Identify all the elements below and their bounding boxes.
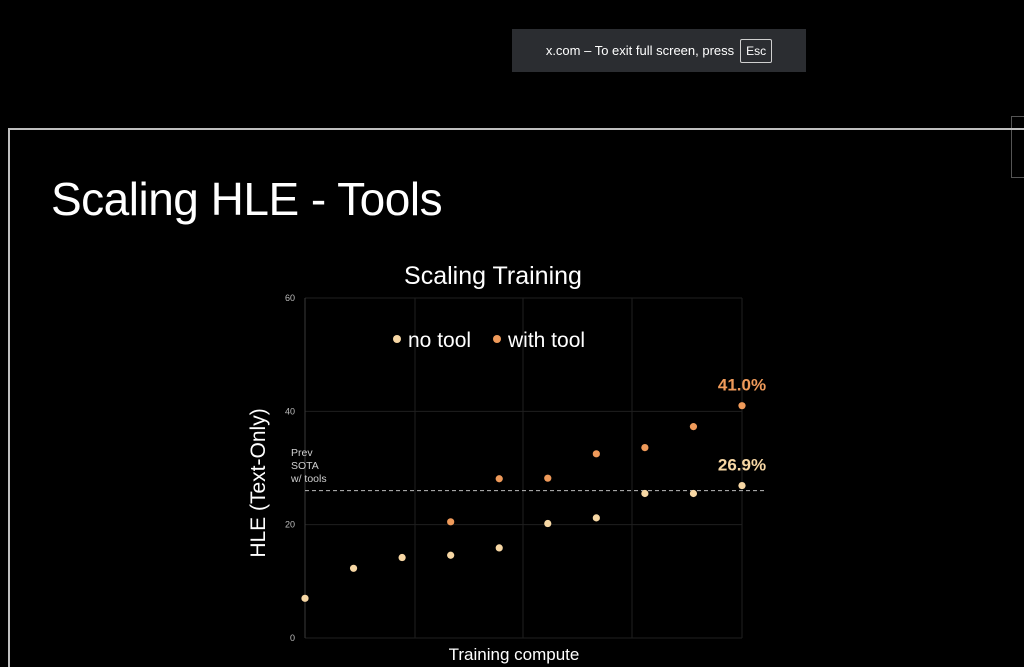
y-tick-label: 0 — [290, 633, 295, 643]
no-tool-point — [398, 553, 406, 562]
no-tool-point — [689, 489, 698, 498]
y-axis-label: HLE (Text-Only) — [247, 408, 270, 557]
legend-label-no-tool: no tool — [408, 329, 471, 352]
no-tool-point — [301, 594, 309, 602]
legend-label-with-tool: with tool — [507, 329, 585, 352]
legend-marker-with-tool — [493, 335, 501, 343]
with-tool-point — [592, 450, 600, 458]
value-annotation: 26.9% — [718, 456, 766, 475]
y-tick-label: 20 — [285, 520, 295, 530]
y-tick-label: 60 — [285, 293, 295, 303]
legend-marker-no-tool — [393, 335, 401, 343]
with-tool-point — [447, 518, 455, 526]
prev-sota-label-line: w/ tools — [290, 473, 327, 485]
scaling-chart: 0 20 40 60 PrevSOTAw/ tools 41.0% 26.9% no t… — [247, 262, 766, 664]
no-tool-point — [641, 489, 649, 498]
value-annotation: 41.0% — [718, 376, 766, 395]
no-tool-point — [349, 564, 358, 572]
no-tool-point — [592, 514, 600, 522]
with-tool-point — [641, 444, 649, 452]
no-tool-point — [495, 544, 503, 552]
with-tool-point — [738, 402, 746, 410]
prev-sota-label-line: SOTA — [291, 460, 319, 472]
prev-sota-label-line: Prev — [291, 447, 313, 459]
no-tool-point — [738, 481, 746, 490]
no-tool-point — [447, 551, 455, 559]
chart-title: Scaling Training — [404, 262, 582, 290]
with-tool-point — [544, 474, 552, 482]
with-tool-point — [689, 423, 698, 431]
x-axis-label: Training compute — [449, 645, 580, 664]
y-tick-label: 40 — [285, 406, 295, 416]
no-tool-point — [544, 519, 552, 528]
chart-legend: no tool with tool — [393, 329, 585, 352]
fullscreen-stage: x.com – To exit full screen, press Esc S… — [0, 0, 1024, 667]
prev-sota-label: PrevSOTAw/ tools — [290, 447, 327, 485]
with-tool-point — [495, 475, 503, 483]
